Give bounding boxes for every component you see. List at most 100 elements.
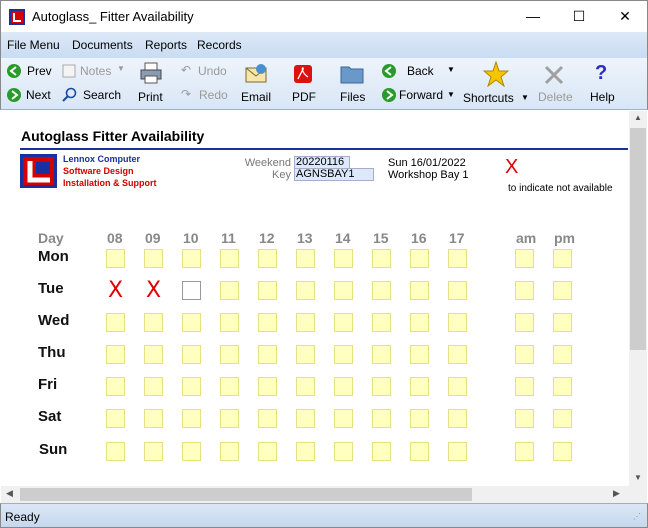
pdf-button[interactable]: PDF <box>292 90 316 104</box>
slot-cell-mon-15[interactable] <box>372 249 391 268</box>
slot-cell-sun-10[interactable] <box>182 442 201 461</box>
back-arrow-icon[interactable] <box>381 63 397 79</box>
slot-cell-wed-pm[interactable] <box>553 313 572 332</box>
menu-records[interactable]: Records <box>197 38 242 52</box>
slot-cell-sat-11[interactable] <box>220 409 239 428</box>
menu-reports[interactable]: Reports <box>145 38 187 52</box>
scroll-left-icon[interactable]: ◀ <box>6 488 13 499</box>
slot-cell-mon-14[interactable] <box>334 249 353 268</box>
email-button[interactable]: Email <box>241 90 271 104</box>
slot-cell-wed-am[interactable] <box>515 313 534 332</box>
slot-cell-mon-17[interactable] <box>448 249 467 268</box>
slot-cell-sun-14[interactable] <box>334 442 353 461</box>
notes-dropdown-icon[interactable]: ▼ <box>117 64 125 73</box>
slot-cell-sat-am[interactable] <box>515 409 534 428</box>
menu-file[interactable]: File Menu <box>7 38 60 52</box>
slot-cell-wed-09[interactable] <box>144 313 163 332</box>
slot-cell-wed-15[interactable] <box>372 313 391 332</box>
slot-cell-tue-16[interactable] <box>410 281 429 300</box>
slot-cell-thu-16[interactable] <box>410 345 429 364</box>
files-button[interactable]: Files <box>340 90 365 104</box>
slot-cell-fri-16[interactable] <box>410 377 429 396</box>
horizontal-scroll-thumb[interactable] <box>20 488 472 501</box>
undo-button[interactable]: Undo <box>198 64 227 78</box>
slot-cell-sat-15[interactable] <box>372 409 391 428</box>
slot-cell-thu-am[interactable] <box>515 345 534 364</box>
slot-cell-sat-pm[interactable] <box>553 409 572 428</box>
vertical-scroll-thumb[interactable] <box>630 128 646 350</box>
slot-cell-mon-10[interactable] <box>182 249 201 268</box>
forward-button[interactable]: Forward <box>399 88 443 102</box>
slot-cell-thu-11[interactable] <box>220 345 239 364</box>
pdf-icon[interactable] <box>293 64 313 84</box>
next-button[interactable]: Next <box>26 88 51 102</box>
slot-cell-sat-08[interactable] <box>106 409 125 428</box>
slot-cell-sun-11[interactable] <box>220 442 239 461</box>
help-icon[interactable]: ? <box>595 62 607 85</box>
slot-cell-mon-08[interactable] <box>106 249 125 268</box>
slot-cell-tue-10[interactable] <box>182 281 201 300</box>
slot-cell-thu-08[interactable] <box>106 345 125 364</box>
slot-cell-thu-15[interactable] <box>372 345 391 364</box>
delete-button[interactable]: Delete <box>538 90 573 104</box>
resize-grip-icon[interactable]: ⋰ <box>633 512 641 521</box>
printer-icon[interactable] <box>139 61 163 85</box>
slot-cell-sun-am[interactable] <box>515 442 534 461</box>
scroll-up-icon[interactable]: ▲ <box>634 113 642 122</box>
slot-cell-thu-17[interactable] <box>448 345 467 364</box>
slot-cell-fri-13[interactable] <box>296 377 315 396</box>
email-icon[interactable] <box>244 63 268 85</box>
slot-cell-mon-pm[interactable] <box>553 249 572 268</box>
slot-cell-fri-17[interactable] <box>448 377 467 396</box>
slot-cell-sat-16[interactable] <box>410 409 429 428</box>
slot-cell-wed-10[interactable] <box>182 313 201 332</box>
search-icon[interactable] <box>62 87 78 103</box>
slot-cell-fri-14[interactable] <box>334 377 353 396</box>
slot-cell-mon-am[interactable] <box>515 249 534 268</box>
slot-cell-fri-10[interactable] <box>182 377 201 396</box>
maximize-button[interactable]: ☐ <box>556 1 602 32</box>
slot-cell-fri-08[interactable] <box>106 377 125 396</box>
star-icon[interactable] <box>483 61 509 87</box>
slot-cell-tue-am[interactable] <box>515 281 534 300</box>
prev-button[interactable]: Prev <box>27 64 52 78</box>
slot-cell-mon-16[interactable] <box>410 249 429 268</box>
slot-cell-sun-pm[interactable] <box>553 442 572 461</box>
slot-cell-wed-08[interactable] <box>106 313 125 332</box>
scroll-down-icon[interactable]: ▼ <box>634 473 642 482</box>
slot-cell-sat-09[interactable] <box>144 409 163 428</box>
key-field[interactable]: AGNSBAY1 <box>294 168 374 181</box>
slot-cell-thu-14[interactable] <box>334 345 353 364</box>
slot-cell-wed-17[interactable] <box>448 313 467 332</box>
shortcuts-dropdown-icon[interactable]: ▼ <box>521 93 529 102</box>
close-button[interactable]: ✕ <box>602 1 648 32</box>
slot-cell-sat-17[interactable] <box>448 409 467 428</box>
notes-button[interactable]: Notes <box>80 64 111 78</box>
slot-cell-thu-09[interactable] <box>144 345 163 364</box>
slot-cell-sat-13[interactable] <box>296 409 315 428</box>
slot-cell-tue-pm[interactable] <box>553 281 572 300</box>
slot-cell-sun-16[interactable] <box>410 442 429 461</box>
slot-cell-fri-11[interactable] <box>220 377 239 396</box>
slot-cell-tue-12[interactable] <box>258 281 277 300</box>
slot-cell-wed-11[interactable] <box>220 313 239 332</box>
slot-cell-wed-14[interactable] <box>334 313 353 332</box>
back-dropdown-icon[interactable]: ▼ <box>447 65 455 74</box>
slot-cell-fri-15[interactable] <box>372 377 391 396</box>
print-button[interactable]: Print <box>138 90 163 104</box>
slot-cell-fri-pm[interactable] <box>553 377 572 396</box>
slot-cell-sun-08[interactable] <box>106 442 125 461</box>
slot-cell-fri-12[interactable] <box>258 377 277 396</box>
slot-cell-thu-13[interactable] <box>296 345 315 364</box>
slot-cell-fri-am[interactable] <box>515 377 534 396</box>
slot-cell-sat-12[interactable] <box>258 409 277 428</box>
slot-cell-mon-12[interactable] <box>258 249 277 268</box>
forward-dropdown-icon[interactable]: ▼ <box>447 90 455 99</box>
slot-cell-mon-11[interactable] <box>220 249 239 268</box>
slot-cell-thu-10[interactable] <box>182 345 201 364</box>
back-button[interactable]: Back <box>407 64 434 78</box>
scroll-right-icon[interactable]: ▶ <box>613 488 620 499</box>
slot-cell-sun-12[interactable] <box>258 442 277 461</box>
slot-cell-wed-13[interactable] <box>296 313 315 332</box>
slot-cell-sun-09[interactable] <box>144 442 163 461</box>
